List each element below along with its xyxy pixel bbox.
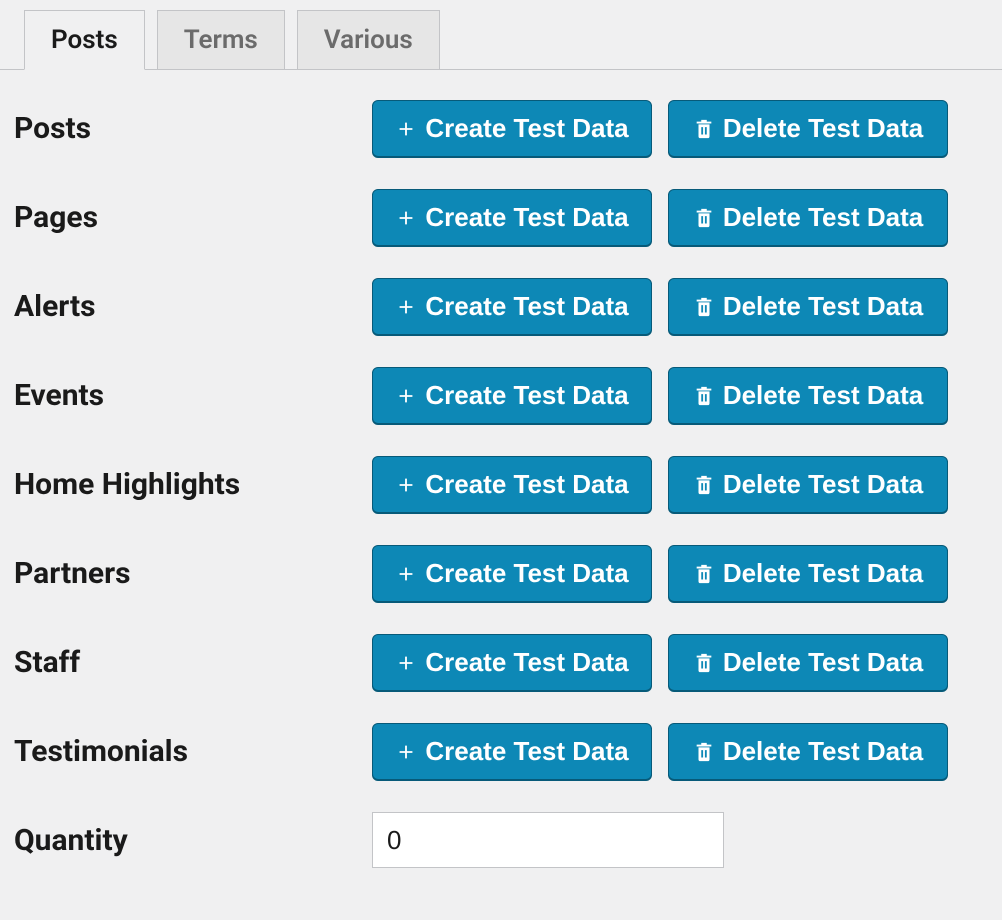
- create-button-home-highlights[interactable]: Create Test Data: [372, 456, 652, 513]
- row-label-partners: Partners: [14, 556, 372, 591]
- row-home-highlights: Home Highlights Create Test Data Delete …: [14, 456, 988, 513]
- row-posts: Posts Create Test Data Delete Test Data: [14, 100, 988, 157]
- tab-terms[interactable]: Terms: [157, 10, 285, 69]
- row-testimonials: Testimonials Create Test Data Delete Tes…: [14, 723, 988, 780]
- create-button-staff[interactable]: Create Test Data: [372, 634, 652, 691]
- row-partners: Partners Create Test Data Delete Test Da…: [14, 545, 988, 602]
- plus-icon: [395, 118, 417, 140]
- plus-icon: [395, 741, 417, 763]
- row-actions: Create Test Data Delete Test Data: [372, 545, 948, 602]
- delete-button-label: Delete Test Data: [723, 202, 923, 233]
- row-actions: Create Test Data Delete Test Data: [372, 100, 948, 157]
- plus-icon: [395, 385, 417, 407]
- tab-posts[interactable]: Posts: [24, 10, 145, 70]
- delete-button-staff[interactable]: Delete Test Data: [668, 634, 948, 691]
- delete-button-label: Delete Test Data: [723, 736, 923, 767]
- trash-icon: [693, 563, 715, 585]
- create-button-testimonials[interactable]: Create Test Data: [372, 723, 652, 780]
- content-panel: Posts Create Test Data Delete Test Data …: [0, 70, 1002, 920]
- row-label-testimonials: Testimonials: [14, 734, 372, 769]
- row-label-pages: Pages: [14, 200, 372, 235]
- create-button-alerts[interactable]: Create Test Data: [372, 278, 652, 335]
- trash-icon: [693, 652, 715, 674]
- delete-button-label: Delete Test Data: [723, 558, 923, 589]
- delete-button-label: Delete Test Data: [723, 380, 923, 411]
- create-button-label: Create Test Data: [425, 736, 628, 767]
- row-label-posts: Posts: [14, 111, 372, 146]
- tabs-container: Posts Terms Various: [0, 0, 1002, 70]
- delete-button-partners[interactable]: Delete Test Data: [668, 545, 948, 602]
- plus-icon: [395, 296, 417, 318]
- row-events: Events Create Test Data Delete Test Data: [14, 367, 988, 424]
- create-button-pages[interactable]: Create Test Data: [372, 189, 652, 246]
- delete-button-testimonials[interactable]: Delete Test Data: [668, 723, 948, 780]
- delete-button-posts[interactable]: Delete Test Data: [668, 100, 948, 157]
- create-button-partners[interactable]: Create Test Data: [372, 545, 652, 602]
- trash-icon: [693, 741, 715, 763]
- create-button-label: Create Test Data: [425, 558, 628, 589]
- create-button-label: Create Test Data: [425, 202, 628, 233]
- plus-icon: [395, 563, 417, 585]
- delete-button-label: Delete Test Data: [723, 647, 923, 678]
- delete-button-label: Delete Test Data: [723, 469, 923, 500]
- row-label-home-highlights: Home Highlights: [14, 467, 372, 502]
- create-button-label: Create Test Data: [425, 469, 628, 500]
- row-actions: Create Test Data Delete Test Data: [372, 367, 948, 424]
- plus-icon: [395, 474, 417, 496]
- delete-button-pages[interactable]: Delete Test Data: [668, 189, 948, 246]
- trash-icon: [693, 118, 715, 140]
- row-actions: Create Test Data Delete Test Data: [372, 723, 948, 780]
- create-button-posts[interactable]: Create Test Data: [372, 100, 652, 157]
- tab-various[interactable]: Various: [297, 10, 440, 69]
- row-actions: Create Test Data Delete Test Data: [372, 189, 948, 246]
- row-staff: Staff Create Test Data Delete Test Data: [14, 634, 988, 691]
- create-button-events[interactable]: Create Test Data: [372, 367, 652, 424]
- create-button-label: Create Test Data: [425, 647, 628, 678]
- delete-button-events[interactable]: Delete Test Data: [668, 367, 948, 424]
- delete-button-label: Delete Test Data: [723, 291, 923, 322]
- delete-button-home-highlights[interactable]: Delete Test Data: [668, 456, 948, 513]
- create-button-label: Create Test Data: [425, 380, 628, 411]
- row-label-events: Events: [14, 378, 372, 413]
- trash-icon: [693, 474, 715, 496]
- create-button-label: Create Test Data: [425, 113, 628, 144]
- quantity-input[interactable]: [372, 812, 724, 868]
- row-actions: Create Test Data Delete Test Data: [372, 634, 948, 691]
- trash-icon: [693, 385, 715, 407]
- row-quantity: Quantity: [14, 812, 988, 868]
- plus-icon: [395, 652, 417, 674]
- row-pages: Pages Create Test Data Delete Test Data: [14, 189, 988, 246]
- quantity-label: Quantity: [14, 823, 372, 858]
- delete-button-label: Delete Test Data: [723, 113, 923, 144]
- trash-icon: [693, 207, 715, 229]
- trash-icon: [693, 296, 715, 318]
- delete-button-alerts[interactable]: Delete Test Data: [668, 278, 948, 335]
- create-button-label: Create Test Data: [425, 291, 628, 322]
- row-label-alerts: Alerts: [14, 289, 372, 324]
- row-label-staff: Staff: [14, 645, 372, 680]
- row-alerts: Alerts Create Test Data Delete Test Data: [14, 278, 988, 335]
- row-actions: Create Test Data Delete Test Data: [372, 456, 948, 513]
- row-actions: Create Test Data Delete Test Data: [372, 278, 948, 335]
- plus-icon: [395, 207, 417, 229]
